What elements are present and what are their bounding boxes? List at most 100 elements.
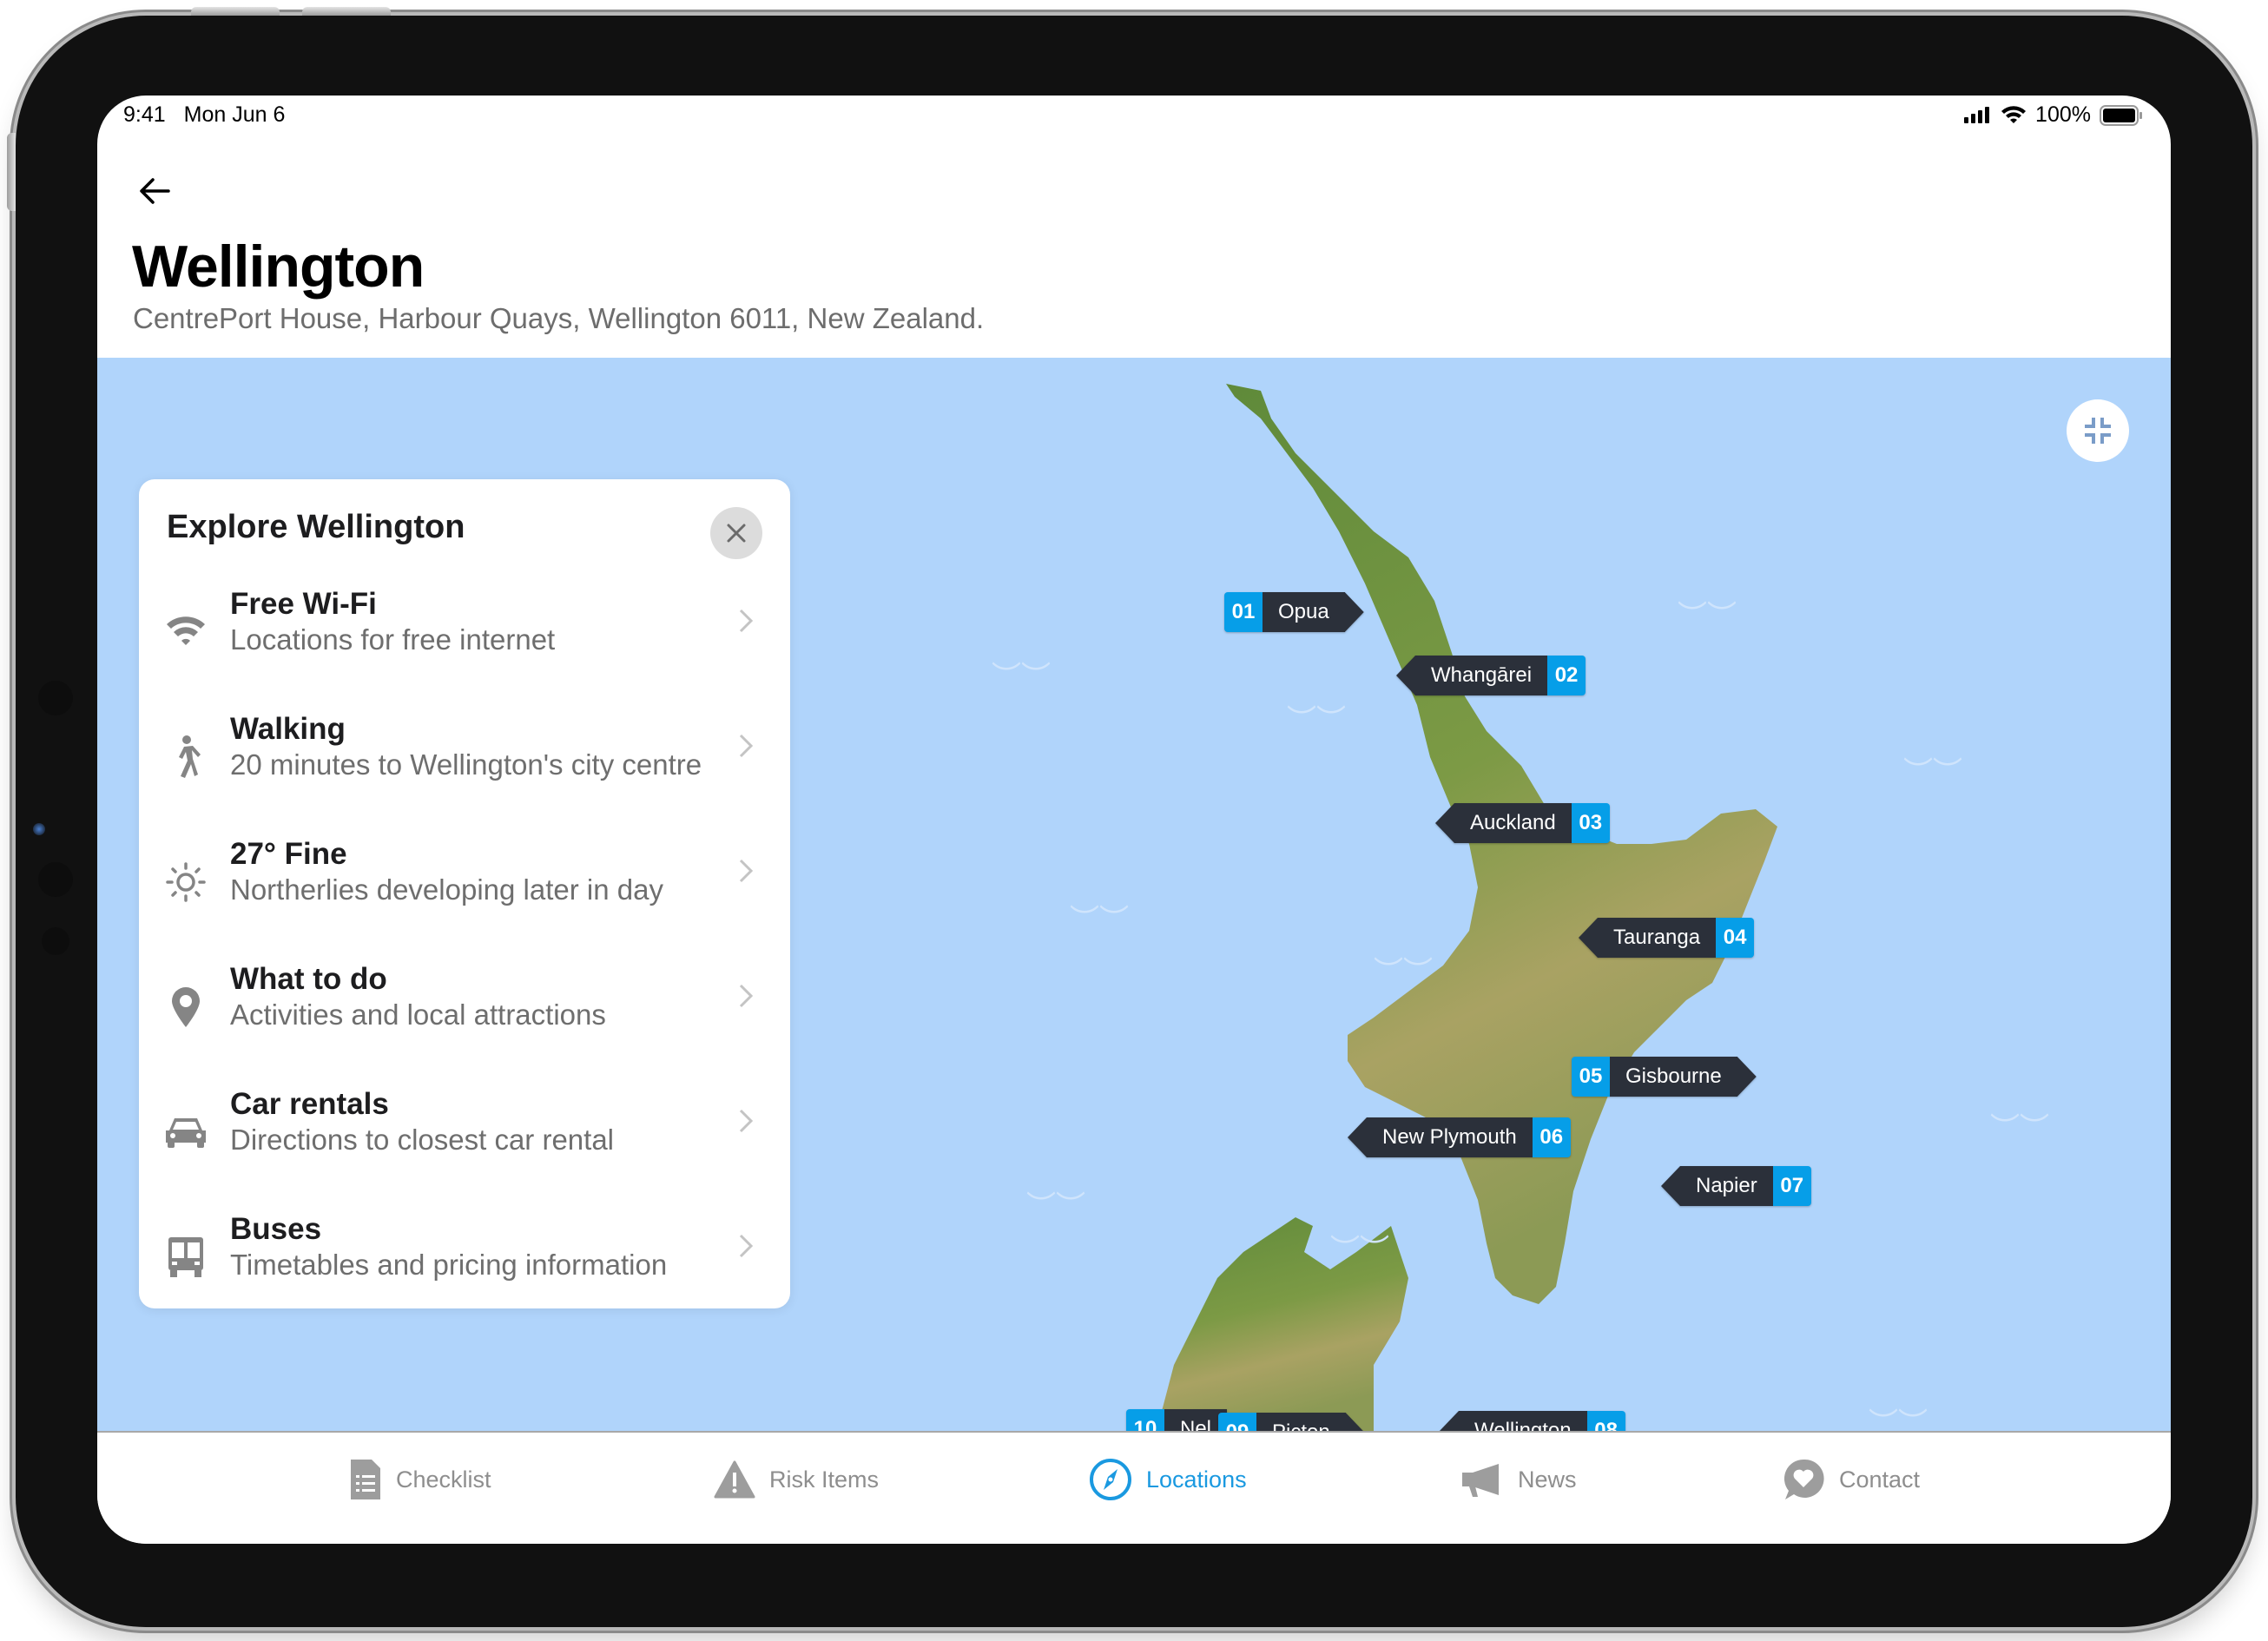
- wave-decoration: ︶︶: [1990, 1112, 2049, 1145]
- back-button[interactable]: [129, 165, 181, 217]
- panel-item-buses[interactable]: Buses Timetables and pricing information: [139, 1209, 790, 1334]
- wave-decoration: ︶︶: [1374, 956, 1433, 989]
- megaphone-icon: [1462, 1464, 1499, 1497]
- item-title: Walking: [230, 712, 346, 746]
- chevron-right-icon: [739, 984, 754, 1008]
- map-marker[interactable]: 10 Nel: [1126, 1409, 1228, 1431]
- marker-label: Tauranga: [1598, 918, 1717, 958]
- item-subtitle: 20 minutes to Wellington's city centre: [230, 748, 702, 781]
- tab-label: News: [1518, 1466, 1577, 1493]
- map-view[interactable]: ︶︶ ︶︶ ︶︶ ︶︶ ︶︶ ︶︶ ︶︶ ︶︶ ︶︶ ︶︶ 01 Opua Wh…: [97, 358, 2171, 1431]
- wave-decoration: ︶︶: [1678, 600, 1737, 633]
- sensor: [38, 681, 73, 715]
- panel-title: Explore Wellington: [167, 509, 465, 545]
- chevron-right-icon: [739, 609, 754, 633]
- location-pin-icon: [172, 987, 200, 1027]
- sensor: [38, 862, 73, 897]
- marker-pointer: [1737, 1057, 1757, 1097]
- tab-bar: Checklist Risk Items Locations News Cont…: [97, 1431, 2171, 1544]
- marker-pointer: [1344, 592, 1364, 632]
- explore-panel: Explore Wellington Free Wi-Fi Locations …: [139, 479, 790, 1308]
- marker-pointer: [1345, 1413, 1365, 1431]
- compass-icon: [1090, 1459, 1131, 1500]
- map-marker[interactable]: 01 Opua: [1224, 592, 1364, 632]
- marker-number: 07: [1772, 1166, 1811, 1206]
- tab-label: Risk Items: [769, 1466, 880, 1493]
- chevron-right-icon: [739, 859, 754, 883]
- wave-decoration: ︶︶: [1287, 704, 1346, 737]
- marker-number: 08: [1586, 1411, 1625, 1431]
- marker-pointer: [1348, 1117, 1367, 1157]
- marker-pointer: [1435, 803, 1454, 843]
- tab-checklist[interactable]: Checklist: [349, 1455, 491, 1504]
- item-subtitle: Activities and local attractions: [230, 998, 606, 1031]
- bus-icon: [168, 1237, 203, 1277]
- item-subtitle: Directions to closest car rental: [230, 1124, 615, 1156]
- tab-contact[interactable]: Contact: [1782, 1455, 1920, 1504]
- marker-label: Picton: [1256, 1413, 1346, 1431]
- sun-icon: [166, 862, 206, 902]
- wifi-status-icon: [2001, 105, 2027, 123]
- item-title: What to do: [230, 962, 387, 996]
- item-subtitle: Northerlies developing later in day: [230, 873, 663, 906]
- marker-number: 01: [1224, 592, 1263, 632]
- tab-label: Contact: [1839, 1466, 1921, 1493]
- collapse-map-button[interactable]: [2067, 399, 2129, 462]
- marker-number: 10: [1126, 1409, 1164, 1431]
- wifi-icon: [167, 616, 205, 645]
- arrow-left-icon: [140, 178, 170, 204]
- screen: 9:41 Mon Jun 6 100% Wellington CentrePor…: [97, 96, 2171, 1544]
- panel-item-wifi[interactable]: Free Wi-Fi Locations for free internet: [139, 583, 790, 708]
- marker-pointer: [1440, 1411, 1459, 1431]
- marker-label: Whangārei: [1415, 656, 1548, 695]
- document-icon: [351, 1460, 380, 1499]
- close-panel-button[interactable]: [710, 507, 762, 559]
- marker-number: 09: [1218, 1413, 1256, 1431]
- panel-item-what-to-do[interactable]: What to do Activities and local attracti…: [139, 959, 790, 1084]
- item-title: Free Wi-Fi: [230, 587, 377, 621]
- walking-icon: [179, 735, 201, 778]
- marker-pointer: [1396, 656, 1415, 695]
- item-title: Buses: [230, 1212, 322, 1246]
- tab-risk-items[interactable]: Risk Items: [714, 1455, 879, 1504]
- map-marker[interactable]: Auckland 03: [1435, 803, 1610, 843]
- panel-item-weather[interactable]: 27° Fine Northerlies developing later in…: [139, 834, 790, 959]
- page-title: Wellington: [132, 234, 425, 300]
- panel-item-walking[interactable]: Walking 20 minutes to Wellington's city …: [139, 708, 790, 834]
- battery-percent: 100%: [2035, 102, 2091, 127]
- wave-decoration: ︶︶: [1026, 1190, 1085, 1223]
- tab-locations[interactable]: Locations: [1089, 1455, 1247, 1504]
- battery-icon: [2100, 104, 2142, 126]
- panel-item-car-rentals[interactable]: Car rentals Directions to closest car re…: [139, 1084, 790, 1209]
- map-marker[interactable]: Wellington 08: [1440, 1411, 1625, 1431]
- address-subtitle: CentrePort House, Harbour Quays, Welling…: [133, 302, 985, 334]
- map-marker[interactable]: 09 Picton: [1218, 1413, 1365, 1431]
- chevron-right-icon: [739, 1234, 754, 1258]
- marker-number: 03: [1571, 803, 1610, 843]
- wave-decoration: ︶︶: [1070, 904, 1129, 937]
- map-marker[interactable]: New Plymouth 06: [1348, 1117, 1571, 1157]
- map-marker[interactable]: Napier 07: [1661, 1166, 1811, 1206]
- tab-label: Checklist: [396, 1466, 491, 1493]
- power-button: [7, 133, 16, 211]
- item-title: Car rentals: [230, 1087, 389, 1121]
- wave-decoration: ︶︶: [1903, 756, 1962, 789]
- map-marker[interactable]: Whangārei 02: [1396, 656, 1586, 695]
- tab-label: Locations: [1146, 1466, 1247, 1493]
- marker-number: 06: [1532, 1117, 1571, 1157]
- marker-label: Auckland: [1454, 803, 1572, 843]
- sensor: [42, 927, 69, 955]
- marker-pointer: [1579, 918, 1598, 958]
- tab-news[interactable]: News: [1460, 1455, 1577, 1504]
- map-marker[interactable]: 05 Gisbourne: [1572, 1057, 1757, 1097]
- close-icon: [727, 524, 746, 543]
- item-title: 27° Fine: [230, 837, 347, 871]
- marker-number: 05: [1572, 1057, 1610, 1097]
- volume-down-button: [302, 7, 391, 16]
- volume-up-button: [191, 7, 280, 16]
- map-marker[interactable]: Tauranga 04: [1579, 918, 1755, 958]
- marker-label: Wellington: [1459, 1411, 1587, 1431]
- front-camera: [33, 823, 45, 835]
- heart-bubble-icon: [1783, 1459, 1824, 1499]
- status-time: 9:41: [123, 102, 166, 127]
